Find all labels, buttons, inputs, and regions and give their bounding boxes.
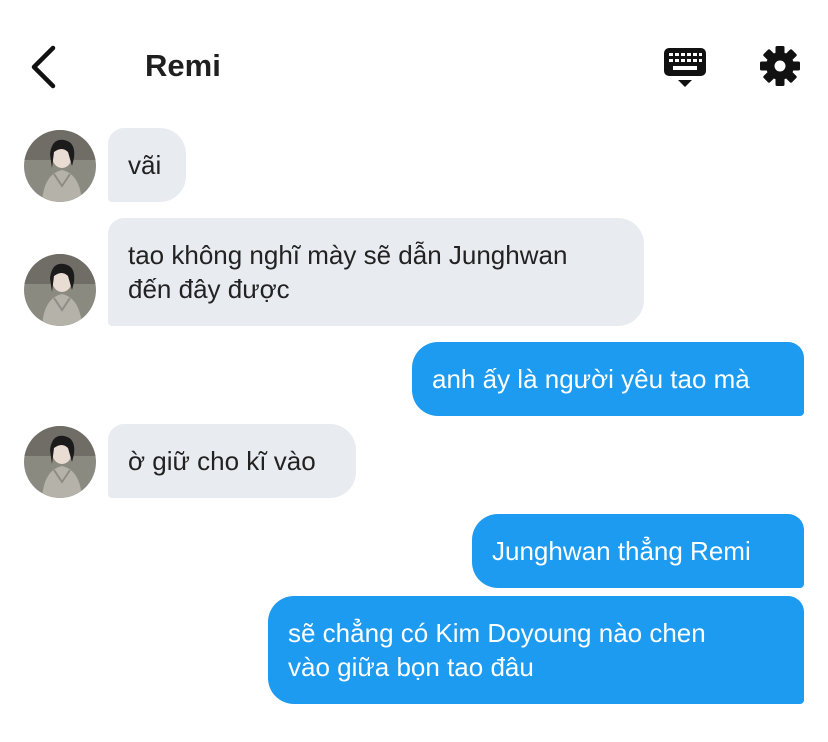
message-text: Junghwan thẳng Remi [492,536,751,566]
back-button[interactable] [26,44,66,90]
message-text-line: sẽ chẳng có Kim Doyoung nào chen [288,618,706,648]
avatar[interactable] [24,130,96,202]
chevron-left-icon [31,45,56,89]
gear-icon [760,46,800,86]
keyboard-button[interactable] [662,44,708,90]
incoming-message-bubble[interactable]: tao không nghĩ mày sẽ dẫn Junghwan đến đ… [108,218,644,326]
message-text-line: đến đây được [128,274,290,304]
outgoing-message-bubble[interactable]: anh ấy là người yêu tao mà [412,342,804,416]
chat-header: Remi [0,0,828,120]
incoming-message-bubble[interactable]: ờ giữ cho kĩ vào [108,424,356,498]
settings-button[interactable] [758,44,802,88]
message-text: vãi [128,150,162,180]
message-text-line: vào giữa bọn tao đâu [288,652,534,682]
outgoing-message-bubble[interactable]: Junghwan thẳng Remi [472,514,804,588]
incoming-message-bubble[interactable]: vãi [108,128,186,202]
conversation-title: Remi [145,48,221,83]
message-text: ờ giữ cho kĩ vào [128,446,316,476]
avatar[interactable] [24,254,96,326]
keyboard-icon [664,48,706,87]
message-text-line: tao không nghĩ mày sẽ dẫn Junghwan [128,240,568,270]
outgoing-message-bubble[interactable]: sẽ chẳng có Kim Doyoung nào chen vào giữ… [268,596,804,704]
avatar[interactable] [24,426,96,498]
message-text: anh ấy là người yêu tao mà [432,364,750,394]
